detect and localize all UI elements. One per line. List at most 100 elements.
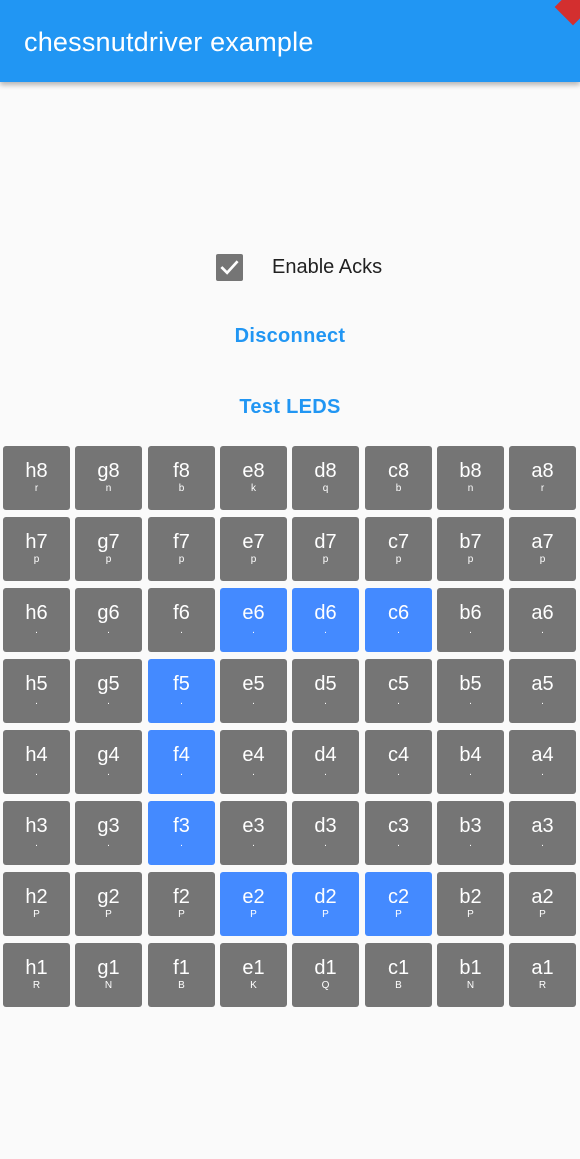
square-c5[interactable]: c5. [365, 659, 432, 723]
square-d2[interactable]: d2 P [292, 872, 359, 936]
square-d7[interactable]: d7 p [292, 517, 359, 581]
square-c4[interactable]: c4. [365, 730, 432, 794]
square-g6[interactable]: g6. [75, 588, 142, 652]
square-c8[interactable]: c8 b [365, 446, 432, 510]
square-a3[interactable]: a3. [509, 801, 576, 865]
square-label: f4 [173, 744, 190, 766]
square-g7[interactable]: g7 p [75, 517, 142, 581]
square-d1[interactable]: d1 Q [292, 943, 359, 1007]
square-e4[interactable]: e4. [220, 730, 287, 794]
square-e5[interactable]: e5. [220, 659, 287, 723]
square-e1[interactable]: e1 K [220, 943, 287, 1007]
square-label: h2 [25, 886, 48, 908]
square-a1[interactable]: a1 R [509, 943, 576, 1007]
enable-acks-row[interactable]: Enable Acks [216, 252, 382, 282]
square-e3[interactable]: e3. [220, 801, 287, 865]
square-label: h5 [25, 673, 48, 695]
square-label: c1 [387, 957, 410, 979]
square-label: a2 [531, 886, 554, 908]
square-a6[interactable]: a6. [509, 588, 576, 652]
square-piece: N [104, 980, 113, 991]
square-piece: . [107, 625, 110, 636]
app-bar: chessnutdriver example [0, 0, 580, 82]
square-b4[interactable]: b4. [437, 730, 504, 794]
square-a5[interactable]: a5. [509, 659, 576, 723]
square-d8[interactable]: d8 q [292, 446, 359, 510]
square-piece: . [397, 767, 400, 778]
square-a4[interactable]: a4. [509, 730, 576, 794]
square-piece: n [467, 483, 474, 494]
square-label: d3 [314, 815, 337, 837]
square-h2[interactable]: h2 P [3, 872, 70, 936]
square-piece: p [105, 554, 112, 565]
square-a2[interactable]: a2 P [509, 872, 576, 936]
square-piece: . [180, 838, 183, 849]
square-label: d5 [314, 673, 337, 695]
square-b7[interactable]: b7 p [437, 517, 504, 581]
test-leds-button[interactable]: Test LEDS [0, 396, 580, 419]
square-label: e2 [242, 886, 265, 908]
square-g2[interactable]: g2 P [75, 872, 142, 936]
square-h7[interactable]: h7 p [3, 517, 70, 581]
square-label: e5 [242, 673, 265, 695]
square-piece: B [395, 980, 402, 991]
square-d4[interactable]: d4. [292, 730, 359, 794]
square-g5[interactable]: g5. [75, 659, 142, 723]
square-label: c5 [387, 673, 410, 695]
square-c2[interactable]: c2 P [365, 872, 432, 936]
square-c6[interactable]: c6. [365, 588, 432, 652]
square-piece: p [250, 554, 257, 565]
chess-board: h8 r g8 n f8 b e8 k d8 q c8 b b8 n a8 r h7 p g7 p f7 p e7 p d7 p c… [3, 446, 577, 1007]
enable-acks-checkbox[interactable] [216, 253, 243, 281]
square-h5[interactable]: h5. [3, 659, 70, 723]
square-d3[interactable]: d3. [292, 801, 359, 865]
square-g1[interactable]: g1 N [75, 943, 142, 1007]
square-f4[interactable]: f4. [148, 730, 215, 794]
square-piece: . [35, 696, 38, 707]
square-e6[interactable]: e6. [220, 588, 287, 652]
square-g4[interactable]: g4. [75, 730, 142, 794]
square-h1[interactable]: h1 R [3, 943, 70, 1007]
square-piece: . [252, 838, 255, 849]
square-b8[interactable]: b8 n [437, 446, 504, 510]
square-b3[interactable]: b3. [437, 801, 504, 865]
square-f8[interactable]: f8 b [148, 446, 215, 510]
square-a8[interactable]: a8 r [509, 446, 576, 510]
square-e2[interactable]: e2 P [220, 872, 287, 936]
square-g3[interactable]: g3. [75, 801, 142, 865]
square-f7[interactable]: f7 p [148, 517, 215, 581]
square-label: e7 [242, 531, 265, 553]
square-label: c6 [387, 602, 410, 624]
square-b2[interactable]: b2 P [437, 872, 504, 936]
square-e8[interactable]: e8 k [220, 446, 287, 510]
square-c1[interactable]: c1 B [365, 943, 432, 1007]
square-f5[interactable]: f5. [148, 659, 215, 723]
square-g8[interactable]: g8 n [75, 446, 142, 510]
square-label: e1 [242, 957, 265, 979]
square-d5[interactable]: d5. [292, 659, 359, 723]
square-h8[interactable]: h8 r [3, 446, 70, 510]
square-b1[interactable]: b1 N [437, 943, 504, 1007]
square-f1[interactable]: f1 B [148, 943, 215, 1007]
square-c7[interactable]: c7 p [365, 517, 432, 581]
square-label: b3 [459, 815, 482, 837]
square-label: d7 [314, 531, 337, 553]
square-d6[interactable]: d6. [292, 588, 359, 652]
disconnect-button[interactable]: Disconnect [0, 325, 580, 348]
enable-acks-label: Enable Acks [272, 255, 383, 278]
square-b5[interactable]: b5. [437, 659, 504, 723]
square-label: c2 [387, 886, 410, 908]
square-c3[interactable]: c3. [365, 801, 432, 865]
square-label: f1 [173, 957, 190, 979]
square-piece: . [180, 767, 183, 778]
square-h6[interactable]: h6. [3, 588, 70, 652]
square-h4[interactable]: h4. [3, 730, 70, 794]
square-e7[interactable]: e7 p [220, 517, 287, 581]
square-h3[interactable]: h3. [3, 801, 70, 865]
square-f2[interactable]: f2 P [148, 872, 215, 936]
square-f3[interactable]: f3. [148, 801, 215, 865]
square-label: g8 [97, 460, 120, 482]
square-b6[interactable]: b6. [437, 588, 504, 652]
square-a7[interactable]: a7 p [509, 517, 576, 581]
square-f6[interactable]: f6. [148, 588, 215, 652]
